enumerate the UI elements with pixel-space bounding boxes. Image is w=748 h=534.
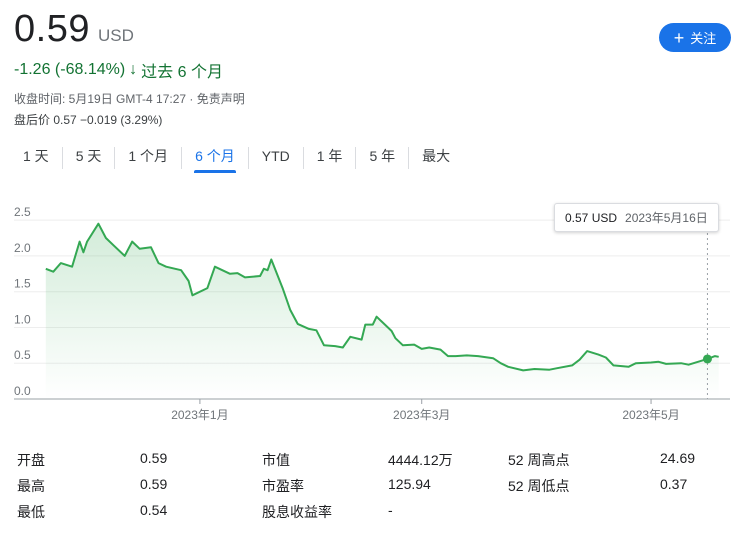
stat-high-value: 0.59 [140, 476, 168, 492]
tab-1-month[interactable]: 1 个月 [115, 143, 181, 173]
tooltip-price: 0.57 USD [565, 210, 618, 225]
after-hours-price: 盘后价 0.57 −0.019 (3.29%) [14, 113, 163, 127]
stat-low-label: 最低 [17, 504, 45, 520]
closing-time: 收盘时间: 5月19日 GMT-4 17:27 · 免责声明 [14, 92, 245, 106]
tooltip-date: 2023年5月16日 [625, 211, 708, 225]
current-price: 0.59 [14, 8, 90, 50]
stat-yield-label: 股息收益率 [262, 504, 332, 520]
y-tick-label: 0.0 [14, 384, 31, 398]
stat-open-value: 0.59 [140, 450, 168, 466]
currency-label: USD [97, 26, 134, 45]
chart-tooltip: 0.57 USD 2023年5月16日 [554, 203, 719, 232]
stat-yield-value: - [388, 502, 393, 518]
price-header: 0.59 USD [14, 8, 134, 51]
stat-52w-low-label: 52 周低点 [508, 478, 570, 494]
plus-icon: + [673, 27, 685, 48]
y-tick-label: 1.0 [14, 312, 31, 326]
x-tick-label: 2023年3月 [393, 408, 450, 422]
stat-high-label: 最高 [17, 478, 45, 494]
y-tick-label: 1.5 [14, 277, 31, 291]
change-period: 过去 6 个月 [141, 64, 223, 81]
stat-52w-high-value: 24.69 [660, 450, 696, 466]
y-tick-label: 2.5 [14, 205, 31, 219]
hover-point [702, 354, 712, 364]
y-tick-label: 0.5 [14, 348, 31, 362]
tab-6-months[interactable]: 6 个月 [182, 143, 248, 173]
stat-mktcap-label: 市值 [262, 452, 290, 468]
x-tick-label: 2023年5月 [622, 408, 679, 422]
stat-52w-low-value: 0.37 [660, 476, 688, 492]
time-range-tabs: 1 天 5 天 1 个月 6 个月 YTD 1 年 5 年 最大 [10, 143, 463, 173]
price-change: -1.26 (-68.14%) ↓ 过去 6 个月 [14, 58, 223, 82]
stat-low-value: 0.54 [140, 502, 168, 518]
tab-ytd[interactable]: YTD [249, 143, 303, 173]
tab-1-day[interactable]: 1 天 [10, 143, 62, 173]
tab-5-years[interactable]: 5 年 [356, 143, 408, 173]
stat-52w-high-label: 52 周高点 [508, 452, 570, 468]
follow-button[interactable]: + 关注 [659, 23, 731, 52]
follow-label: 关注 [690, 31, 717, 46]
change-value: -1.26 (-68.14%) [14, 61, 126, 78]
stat-open-label: 开盘 [17, 452, 45, 468]
tab-5-days[interactable]: 5 天 [63, 143, 115, 173]
down-arrow-icon: ↓ [129, 61, 138, 78]
stat-mktcap-value: 4444.12万 [388, 452, 453, 468]
tab-1-year[interactable]: 1 年 [304, 143, 356, 173]
stat-pe-value: 125.94 [388, 476, 431, 492]
stat-pe-label: 市盈率 [262, 478, 304, 494]
y-tick-label: 2.0 [14, 241, 31, 255]
x-tick-label: 2023年1月 [171, 408, 228, 422]
price-area-fill [45, 223, 719, 399]
tab-max[interactable]: 最大 [409, 143, 463, 173]
